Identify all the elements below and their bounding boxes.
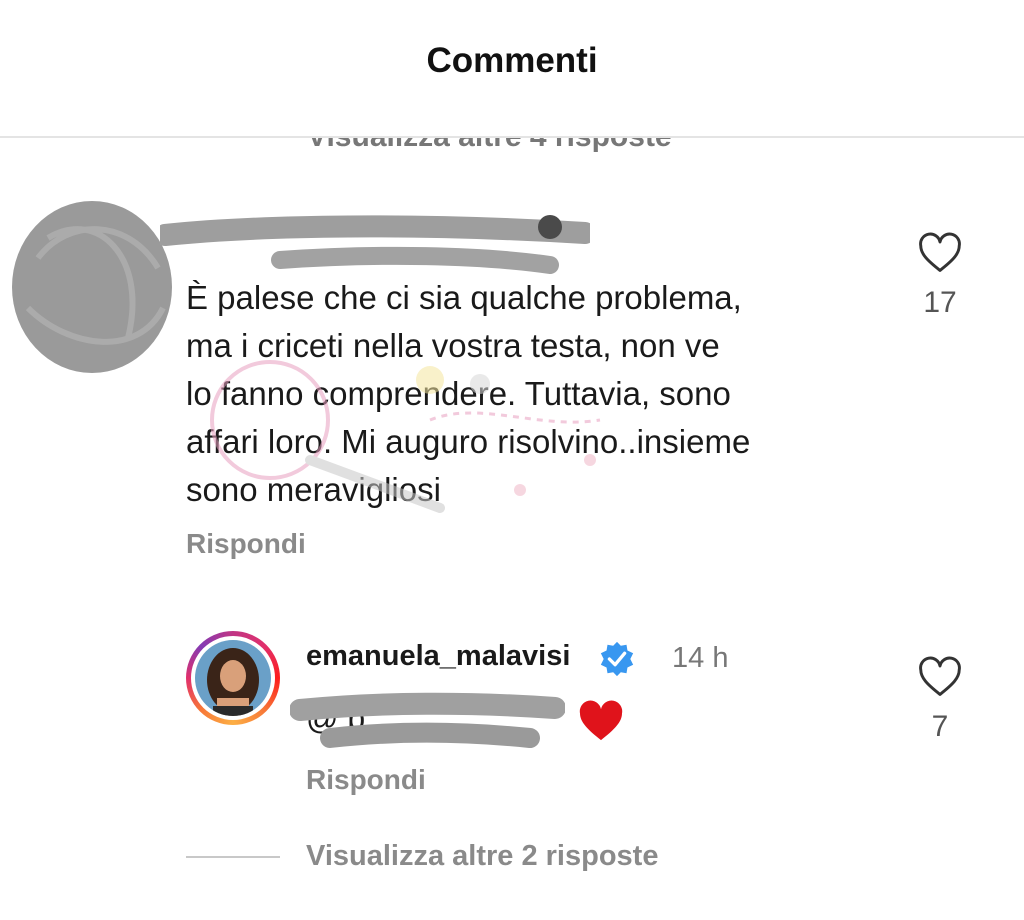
page-title: Commenti: [426, 41, 598, 80]
heart-outline-icon[interactable]: [918, 232, 962, 274]
verified-badge-icon: [600, 641, 634, 677]
comment-like: 17: [910, 232, 970, 320]
reply-like: 7: [910, 656, 970, 744]
redacted-mention: [290, 692, 565, 748]
comment-reply-button[interactable]: Rispondi: [186, 528, 306, 560]
divider: [186, 855, 280, 858]
comment-text: È palese che ci sia qualche problema, ma…: [186, 279, 751, 508]
red-heart-emoji: [579, 700, 623, 741]
comments-screen: Commenti Visualizza altre 4 risposte È p…: [0, 0, 1024, 920]
view-more-replies[interactable]: Visualizza altre 2 risposte: [186, 840, 658, 873]
reply-timestamp: 14 h: [672, 642, 729, 674]
reply-like-count: 7: [931, 710, 949, 743]
profile-photo: [195, 640, 271, 716]
comment-like-count: 17: [923, 286, 957, 319]
redacted-avatar: [12, 201, 172, 373]
comments-header: Commenti: [0, 0, 1024, 138]
reply-reply-button[interactable]: Rispondi: [306, 764, 426, 796]
avatar[interactable]: [186, 631, 280, 725]
reply-username[interactable]: emanuela_malavisi: [306, 640, 570, 673]
view-more-replies-label: Visualizza altre 2 risposte: [306, 840, 659, 872]
previous-view-more-label: Visualizza altre 4 risposte: [307, 138, 672, 154]
heart-outline-icon[interactable]: [918, 656, 962, 698]
redacted-username: [160, 215, 590, 274]
previous-view-more-replies[interactable]: Visualizza altre 4 risposte: [0, 138, 1024, 158]
